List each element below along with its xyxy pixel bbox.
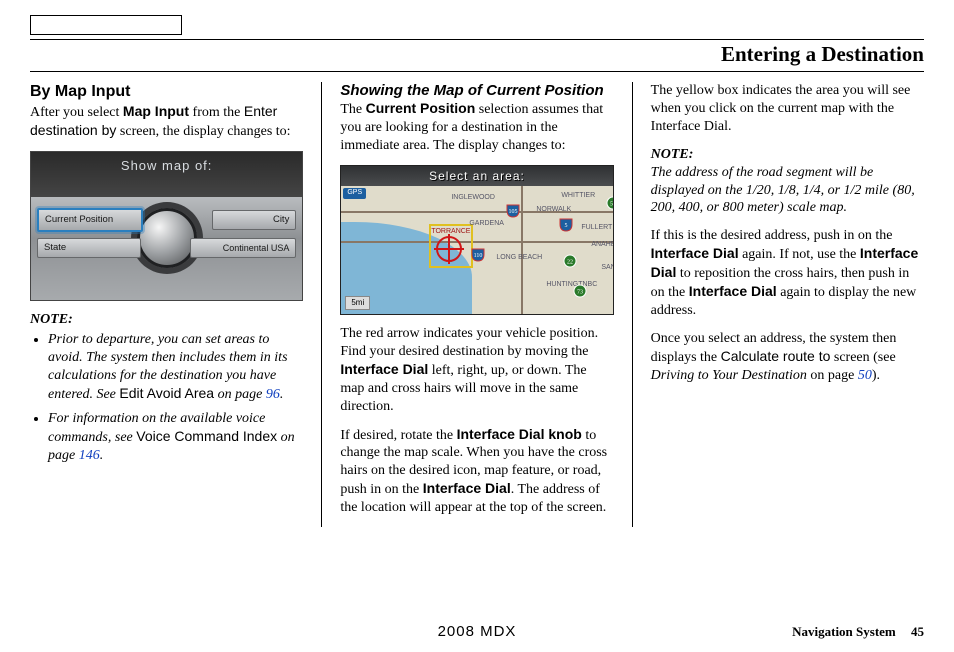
map-road (521, 186, 523, 315)
map-city-label: GARDENA (469, 220, 504, 229)
footer-model: 2008 MDX (438, 623, 517, 640)
dial-knob-icon (137, 208, 197, 268)
link-page-96[interactable]: 96 (266, 387, 280, 402)
map-city-label: SANT (601, 264, 613, 273)
column-right: The yellow box indicates the area you wi… (651, 82, 924, 527)
note-item-1: Prior to departure, you can set areas to… (48, 331, 303, 404)
map-city-label: WHITTIER (561, 192, 595, 201)
link-page-50[interactable]: 50 (858, 368, 872, 383)
header-rule (30, 71, 924, 72)
svg-text:110: 110 (474, 253, 483, 259)
col3-p2: If this is the desired address, push in … (651, 227, 924, 320)
column-separator-2 (632, 82, 633, 527)
route-shield-icon: 57 (606, 196, 613, 210)
svg-text:105: 105 (509, 209, 518, 215)
route-shield-icon: 5 (559, 218, 573, 232)
map-topbar: Select an area: (341, 166, 612, 186)
route-shield-icon: 22 (563, 254, 577, 268)
column-separator-1 (321, 82, 322, 527)
btn-continental-usa: Continental USA (190, 238, 296, 258)
route-shield-icon: 73 (573, 284, 587, 298)
figure-show-map-of: Show map of: Current Position City State… (30, 151, 303, 301)
subheading-current-position: Showing the Map of Current Position (340, 82, 613, 99)
footer-page-number: 45 (911, 624, 924, 639)
col3-p1: The yellow box indicates the area you wi… (651, 82, 924, 136)
route-shield-icon: 105 (506, 204, 520, 218)
btn-current-position: Current Position (37, 208, 143, 232)
svg-text:57: 57 (610, 201, 613, 207)
fig1-title: Show map of: (31, 152, 302, 175)
note-label-2: NOTE: (651, 146, 924, 164)
col2-p2: The red arrow indicates your vehicle pos… (340, 325, 613, 416)
top-left-box (30, 15, 182, 35)
link-page-146[interactable]: 146 (79, 448, 100, 463)
col2-p3: If desired, rotate the Interface Dial kn… (340, 426, 613, 518)
note-text-2: The address of the road segment will be … (651, 164, 924, 218)
note-item-2: For information on the available voice c… (48, 410, 303, 465)
col3-p3: Once you select an address, the system t… (651, 330, 924, 385)
column-middle: Showing the Map of Current Position The … (340, 82, 613, 527)
top-rule (30, 39, 924, 40)
svg-text:5: 5 (565, 223, 568, 229)
note-list-1: Prior to departure, you can set areas to… (30, 331, 303, 464)
map-road (341, 241, 612, 243)
btn-city: City (212, 210, 296, 230)
map-city-label: ANAHEI (591, 241, 613, 250)
btn-state: State (37, 238, 141, 258)
map-road (341, 211, 612, 213)
figure-select-area-map: Select an area: GPS 5mi INGLEWOOD NORWAL… (340, 165, 613, 315)
column-left: By Map Input After you select Map Input … (30, 82, 303, 527)
svg-text:73: 73 (577, 289, 583, 295)
page-title: Entering a Destination (30, 42, 924, 67)
footer-system-label: Navigation System (792, 624, 896, 639)
footer: 2008 MDX Navigation System 45 (0, 624, 954, 640)
col1-intro: After you select Map Input from the Ente… (30, 103, 303, 141)
map-city-label: NORWALK (536, 206, 571, 215)
col2-p1: The Current Position selection assumes t… (340, 100, 613, 155)
route-shield-icon: 110 (471, 248, 485, 262)
map-scale: 5mi (345, 296, 370, 310)
note-label-1: NOTE: (30, 311, 303, 329)
map-city-label: INGLEWOOD (451, 194, 495, 203)
map-city-label: FULLERT (581, 224, 612, 233)
heading-by-map-input: By Map Input (30, 82, 303, 102)
gps-badge: GPS (343, 188, 366, 199)
map-city-label: HUNTINGTNBC (546, 281, 597, 290)
svg-text:22: 22 (567, 259, 573, 265)
map-city-label: LONG BEACH (496, 254, 542, 263)
